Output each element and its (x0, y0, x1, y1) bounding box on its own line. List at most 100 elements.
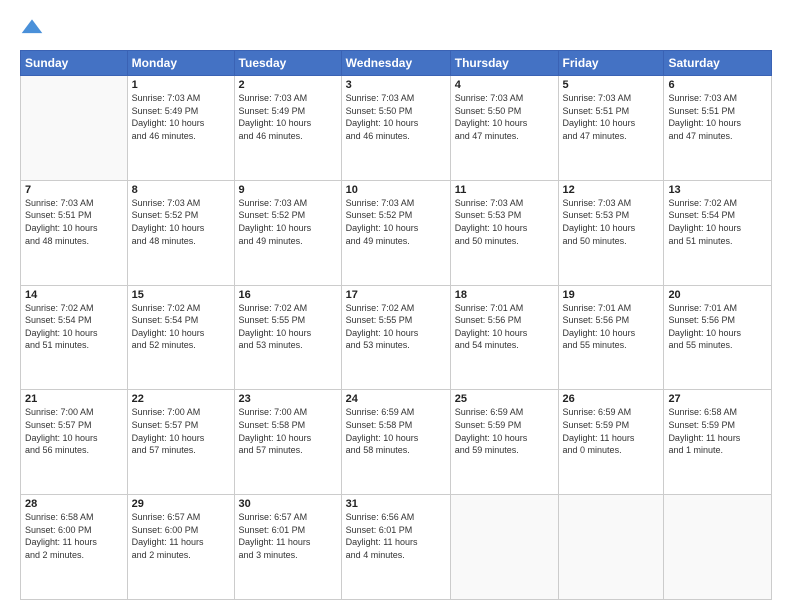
day-info: Sunrise: 6:56 AMSunset: 6:01 PMDaylight:… (346, 511, 446, 561)
day-cell: 24Sunrise: 6:59 AMSunset: 5:58 PMDayligh… (341, 390, 450, 495)
day-number: 22 (132, 393, 230, 405)
day-info: Sunrise: 7:03 AMSunset: 5:53 PMDaylight:… (455, 197, 554, 247)
day-cell: 27Sunrise: 6:58 AMSunset: 5:59 PMDayligh… (664, 390, 772, 495)
day-cell: 21Sunrise: 7:00 AMSunset: 5:57 PMDayligh… (21, 390, 128, 495)
day-info: Sunrise: 7:02 AMSunset: 5:55 PMDaylight:… (239, 302, 337, 352)
day-cell: 22Sunrise: 7:00 AMSunset: 5:57 PMDayligh… (127, 390, 234, 495)
day-info: Sunrise: 7:03 AMSunset: 5:51 PMDaylight:… (563, 92, 660, 142)
day-cell: 17Sunrise: 7:02 AMSunset: 5:55 PMDayligh… (341, 285, 450, 390)
day-number: 31 (346, 498, 446, 510)
week-row-1: 1Sunrise: 7:03 AMSunset: 5:49 PMDaylight… (21, 76, 772, 181)
week-row-3: 14Sunrise: 7:02 AMSunset: 5:54 PMDayligh… (21, 285, 772, 390)
day-info: Sunrise: 7:00 AMSunset: 5:57 PMDaylight:… (132, 406, 230, 456)
day-number: 24 (346, 393, 446, 405)
day-number: 1 (132, 79, 230, 91)
header-cell-wednesday: Wednesday (341, 51, 450, 76)
day-cell: 28Sunrise: 6:58 AMSunset: 6:00 PMDayligh… (21, 495, 128, 600)
day-info: Sunrise: 6:58 AMSunset: 5:59 PMDaylight:… (668, 406, 767, 456)
day-info: Sunrise: 7:01 AMSunset: 5:56 PMDaylight:… (668, 302, 767, 352)
day-number: 11 (455, 184, 554, 196)
day-cell (450, 495, 558, 600)
day-cell (21, 76, 128, 181)
day-cell: 23Sunrise: 7:00 AMSunset: 5:58 PMDayligh… (234, 390, 341, 495)
day-number: 7 (25, 184, 123, 196)
day-cell: 9Sunrise: 7:03 AMSunset: 5:52 PMDaylight… (234, 180, 341, 285)
day-number: 16 (239, 289, 337, 301)
calendar-header: SundayMondayTuesdayWednesdayThursdayFrid… (21, 51, 772, 76)
day-cell: 13Sunrise: 7:02 AMSunset: 5:54 PMDayligh… (664, 180, 772, 285)
day-number: 8 (132, 184, 230, 196)
week-row-2: 7Sunrise: 7:03 AMSunset: 5:51 PMDaylight… (21, 180, 772, 285)
logo (20, 16, 48, 40)
day-info: Sunrise: 6:58 AMSunset: 6:00 PMDaylight:… (25, 511, 123, 561)
day-info: Sunrise: 7:03 AMSunset: 5:51 PMDaylight:… (668, 92, 767, 142)
day-cell (664, 495, 772, 600)
day-number: 2 (239, 79, 337, 91)
header-cell-friday: Friday (558, 51, 664, 76)
day-cell: 4Sunrise: 7:03 AMSunset: 5:50 PMDaylight… (450, 76, 558, 181)
day-number: 3 (346, 79, 446, 91)
day-cell: 14Sunrise: 7:02 AMSunset: 5:54 PMDayligh… (21, 285, 128, 390)
day-info: Sunrise: 7:02 AMSunset: 5:54 PMDaylight:… (668, 197, 767, 247)
day-cell: 25Sunrise: 6:59 AMSunset: 5:59 PMDayligh… (450, 390, 558, 495)
day-cell: 16Sunrise: 7:02 AMSunset: 5:55 PMDayligh… (234, 285, 341, 390)
day-info: Sunrise: 6:59 AMSunset: 5:59 PMDaylight:… (563, 406, 660, 456)
day-number: 10 (346, 184, 446, 196)
day-info: Sunrise: 7:02 AMSunset: 5:54 PMDaylight:… (132, 302, 230, 352)
day-number: 14 (25, 289, 123, 301)
calendar-body: 1Sunrise: 7:03 AMSunset: 5:49 PMDaylight… (21, 76, 772, 600)
day-info: Sunrise: 7:03 AMSunset: 5:49 PMDaylight:… (239, 92, 337, 142)
day-number: 4 (455, 79, 554, 91)
day-cell: 7Sunrise: 7:03 AMSunset: 5:51 PMDaylight… (21, 180, 128, 285)
day-info: Sunrise: 7:03 AMSunset: 5:53 PMDaylight:… (563, 197, 660, 247)
day-number: 20 (668, 289, 767, 301)
day-number: 6 (668, 79, 767, 91)
day-number: 5 (563, 79, 660, 91)
day-number: 29 (132, 498, 230, 510)
day-cell (558, 495, 664, 600)
day-cell: 6Sunrise: 7:03 AMSunset: 5:51 PMDaylight… (664, 76, 772, 181)
header-cell-monday: Monday (127, 51, 234, 76)
day-cell: 29Sunrise: 6:57 AMSunset: 6:00 PMDayligh… (127, 495, 234, 600)
day-cell: 31Sunrise: 6:56 AMSunset: 6:01 PMDayligh… (341, 495, 450, 600)
day-number: 12 (563, 184, 660, 196)
day-number: 27 (668, 393, 767, 405)
day-info: Sunrise: 7:03 AMSunset: 5:50 PMDaylight:… (346, 92, 446, 142)
day-info: Sunrise: 7:00 AMSunset: 5:57 PMDaylight:… (25, 406, 123, 456)
calendar-table: SundayMondayTuesdayWednesdayThursdayFrid… (20, 50, 772, 600)
day-info: Sunrise: 7:01 AMSunset: 5:56 PMDaylight:… (563, 302, 660, 352)
day-info: Sunrise: 7:01 AMSunset: 5:56 PMDaylight:… (455, 302, 554, 352)
header-cell-thursday: Thursday (450, 51, 558, 76)
logo-icon (20, 16, 44, 40)
day-cell: 30Sunrise: 6:57 AMSunset: 6:01 PMDayligh… (234, 495, 341, 600)
day-number: 21 (25, 393, 123, 405)
week-row-4: 21Sunrise: 7:00 AMSunset: 5:57 PMDayligh… (21, 390, 772, 495)
day-info: Sunrise: 7:00 AMSunset: 5:58 PMDaylight:… (239, 406, 337, 456)
day-info: Sunrise: 7:02 AMSunset: 5:54 PMDaylight:… (25, 302, 123, 352)
day-number: 30 (239, 498, 337, 510)
day-cell: 26Sunrise: 6:59 AMSunset: 5:59 PMDayligh… (558, 390, 664, 495)
day-number: 18 (455, 289, 554, 301)
day-cell: 8Sunrise: 7:03 AMSunset: 5:52 PMDaylight… (127, 180, 234, 285)
day-cell: 19Sunrise: 7:01 AMSunset: 5:56 PMDayligh… (558, 285, 664, 390)
header-cell-tuesday: Tuesday (234, 51, 341, 76)
day-cell: 2Sunrise: 7:03 AMSunset: 5:49 PMDaylight… (234, 76, 341, 181)
day-info: Sunrise: 7:03 AMSunset: 5:50 PMDaylight:… (455, 92, 554, 142)
day-info: Sunrise: 6:57 AMSunset: 6:01 PMDaylight:… (239, 511, 337, 561)
day-info: Sunrise: 6:59 AMSunset: 5:58 PMDaylight:… (346, 406, 446, 456)
header-cell-sunday: Sunday (21, 51, 128, 76)
day-number: 25 (455, 393, 554, 405)
day-info: Sunrise: 7:02 AMSunset: 5:55 PMDaylight:… (346, 302, 446, 352)
day-info: Sunrise: 7:03 AMSunset: 5:52 PMDaylight:… (132, 197, 230, 247)
day-cell: 15Sunrise: 7:02 AMSunset: 5:54 PMDayligh… (127, 285, 234, 390)
day-number: 28 (25, 498, 123, 510)
day-info: Sunrise: 7:03 AMSunset: 5:52 PMDaylight:… (239, 197, 337, 247)
day-cell: 12Sunrise: 7:03 AMSunset: 5:53 PMDayligh… (558, 180, 664, 285)
day-cell: 20Sunrise: 7:01 AMSunset: 5:56 PMDayligh… (664, 285, 772, 390)
day-info: Sunrise: 7:03 AMSunset: 5:52 PMDaylight:… (346, 197, 446, 247)
day-number: 9 (239, 184, 337, 196)
day-number: 26 (563, 393, 660, 405)
day-info: Sunrise: 6:59 AMSunset: 5:59 PMDaylight:… (455, 406, 554, 456)
day-info: Sunrise: 7:03 AMSunset: 5:51 PMDaylight:… (25, 197, 123, 247)
day-info: Sunrise: 7:03 AMSunset: 5:49 PMDaylight:… (132, 92, 230, 142)
